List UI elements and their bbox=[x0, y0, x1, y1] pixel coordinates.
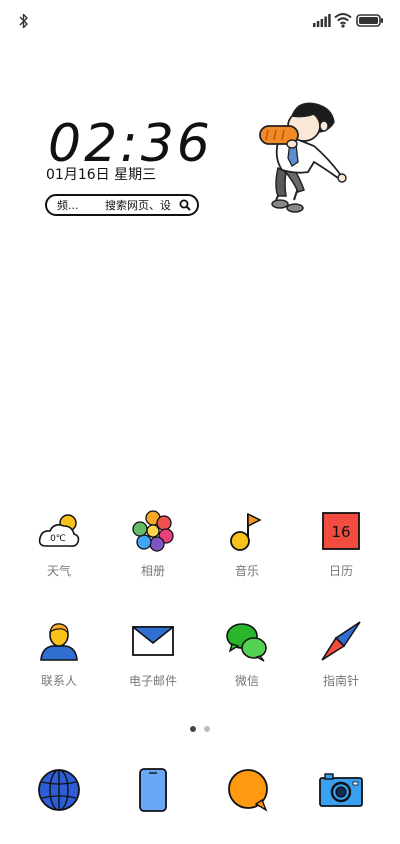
page-indicator bbox=[186, 726, 216, 734]
app-label: 微信 bbox=[234, 674, 259, 688]
mascot-illustration bbox=[259, 102, 347, 213]
bluetooth-icon bbox=[19, 13, 28, 29]
music-icon bbox=[230, 512, 262, 551]
calendar-icon: 16 bbox=[322, 512, 360, 550]
app-label: 指南针 bbox=[322, 674, 359, 688]
search-bar[interactable]: 频... 搜索网页、设 bbox=[45, 194, 199, 216]
battery-icon bbox=[356, 14, 383, 27]
page-dot-active[interactable] bbox=[190, 726, 196, 732]
app-calendar[interactable]: 16 日历 bbox=[301, 500, 381, 590]
app-label: 电子邮件 bbox=[128, 674, 177, 688]
app-wechat[interactable]: 微信 bbox=[207, 610, 287, 700]
app-email[interactable]: 电子邮件 bbox=[113, 610, 193, 700]
app-weather[interactable]: 0℃ 天气 bbox=[19, 500, 99, 590]
camera-icon[interactable] bbox=[319, 768, 363, 812]
browser-icon[interactable] bbox=[37, 768, 81, 812]
clock-widget[interactable]: 02:36 01月16日 星期三 频... 搜索网页、设 bbox=[44, 108, 214, 228]
app-label: 日历 bbox=[328, 564, 353, 578]
clock-date: 01月16日 星期三 bbox=[46, 167, 157, 183]
email-icon bbox=[132, 626, 174, 656]
weather-icon: 0℃ bbox=[38, 514, 80, 547]
clock-time: 02:36 bbox=[48, 114, 213, 174]
page-dot-inactive[interactable] bbox=[204, 726, 210, 732]
messages-icon[interactable] bbox=[226, 768, 270, 812]
app-label: 联系人 bbox=[40, 674, 77, 688]
contacts-icon bbox=[40, 623, 78, 661]
calendar-day: 16 bbox=[331, 523, 350, 541]
app-gallery[interactable]: 相册 bbox=[113, 500, 193, 590]
phone-icon[interactable] bbox=[131, 768, 175, 812]
app-compass[interactable]: 指南针 bbox=[301, 610, 381, 700]
search-hint-left: 频... bbox=[57, 199, 79, 212]
status-bar bbox=[0, 0, 400, 40]
app-contacts[interactable]: 联系人 bbox=[19, 610, 99, 700]
wechat-icon bbox=[226, 623, 267, 662]
app-label: 天气 bbox=[46, 564, 71, 578]
app-label: 相册 bbox=[140, 564, 165, 578]
app-music[interactable]: 音乐 bbox=[207, 500, 287, 590]
app-label: 音乐 bbox=[234, 564, 259, 578]
gallery-icon bbox=[132, 510, 174, 552]
signal-icon bbox=[313, 14, 331, 27]
search-placeholder: 搜索网页、设 bbox=[105, 199, 171, 212]
wifi-icon bbox=[334, 13, 352, 28]
compass-icon bbox=[321, 621, 361, 661]
dock bbox=[0, 760, 400, 824]
search-icon bbox=[179, 199, 191, 211]
weather-temp: 0℃ bbox=[50, 534, 66, 544]
